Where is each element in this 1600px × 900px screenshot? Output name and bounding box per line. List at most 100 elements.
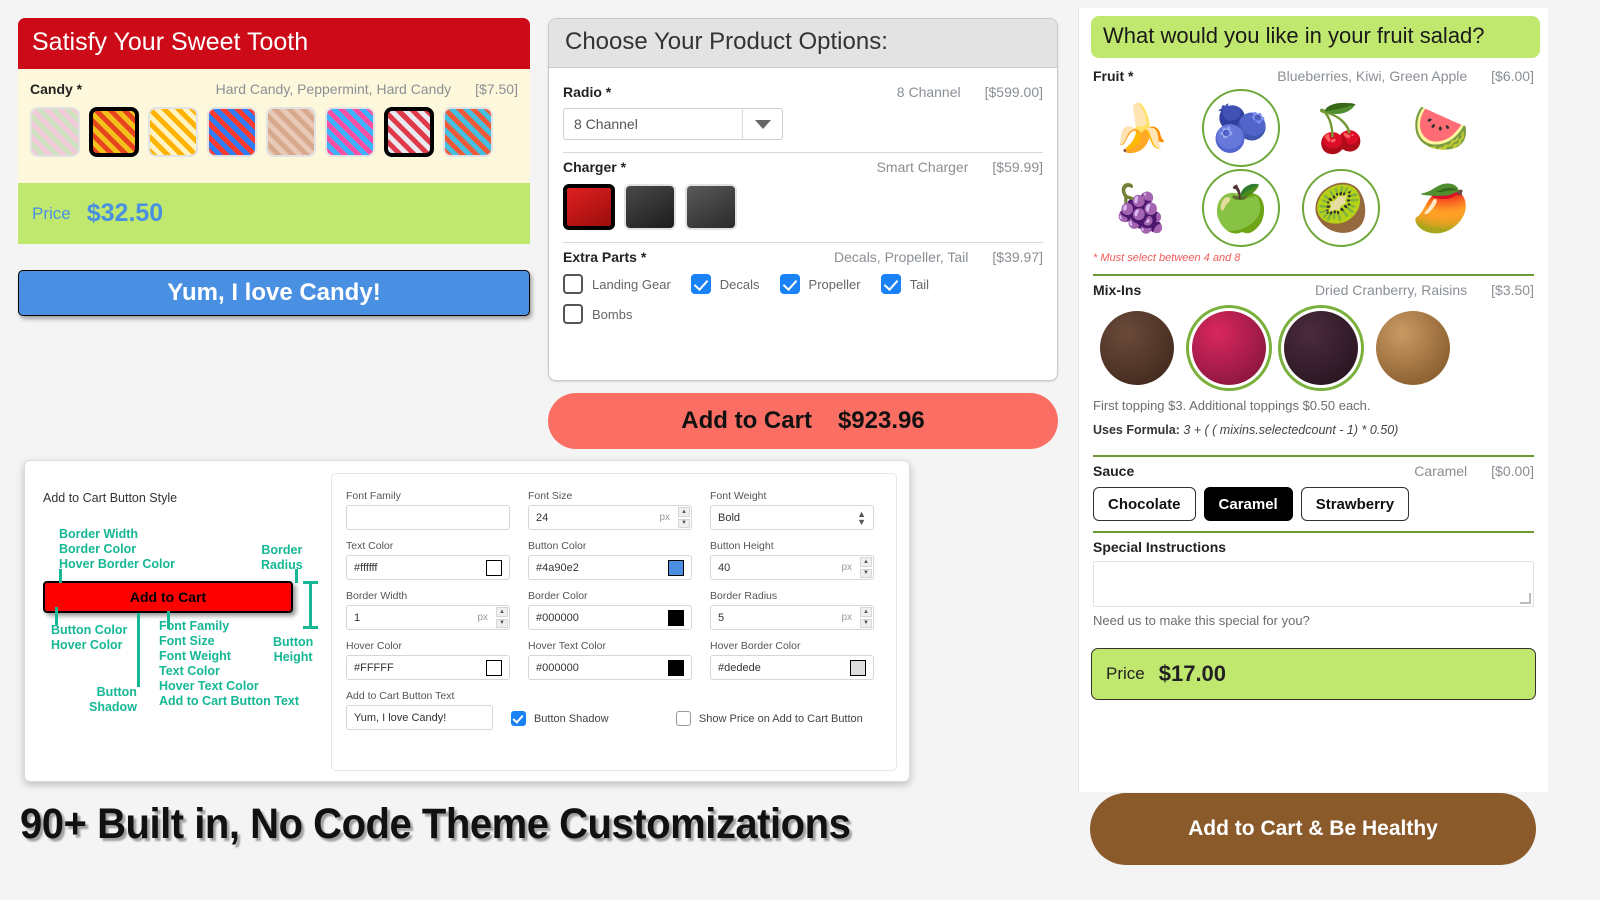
fruit-choice-green-grapes[interactable]: 🍇 — [1093, 168, 1189, 248]
checkbox-box[interactable] — [563, 304, 583, 324]
candy-add-to-cart-button[interactable]: Yum, I love Candy! — [18, 270, 530, 316]
stepper-down-icon[interactable]: ▼ — [678, 518, 690, 528]
checkbox-show-price[interactable]: Show Price on Add to Cart Button — [675, 690, 882, 730]
input-hover-border-color[interactable]: #dedede — [710, 655, 874, 680]
fruit-selected-text: Blueberries, Kiwi, Green Apple — [1277, 68, 1468, 84]
mixin-choice-chocolate-chips[interactable] — [1093, 304, 1181, 392]
radio-channel-select[interactable]: 8 Channel — [563, 108, 783, 140]
stepper-border-radius[interactable]: ▲ ▼ — [859, 605, 874, 630]
sauce-button-strawberry[interactable]: Strawberry — [1300, 487, 1410, 521]
checkbox-button-shadow[interactable]: Button Shadow — [510, 690, 658, 730]
product-add-to-cart-button[interactable]: Add to Cart $923.96 — [548, 393, 1058, 449]
field-label: Add to Cart Button Text — [346, 690, 455, 702]
candy-swatch-gummy-mix[interactable] — [266, 107, 316, 157]
checkbox-line: Bombs — [563, 304, 1043, 324]
input-value: #FFFFF — [354, 661, 394, 674]
checkbox-tail[interactable]: Tail — [880, 274, 929, 294]
input-font-weight[interactable]: Bold ▲ ▼ — [710, 505, 874, 530]
fruit-card-body: Fruit * Blueberries, Kiwi, Green Apple [… — [1079, 58, 1548, 638]
fruit-add-to-cart-button[interactable]: Add to Cart & Be Healthy — [1090, 793, 1536, 865]
product-options-body: Radio * 8 Channel [$599.00] 8 Channel Charge… — [549, 68, 1057, 346]
input-add-to-cart-button-text[interactable]: Yum, I love Candy! — [346, 705, 493, 730]
candy-swatch-assorted-hard-candy[interactable] — [89, 107, 139, 157]
field-control: #4a90e2 — [528, 555, 692, 580]
sauce-button-chocolate[interactable]: Chocolate — [1093, 487, 1196, 521]
stepper-down-icon[interactable]: ▼ — [860, 568, 872, 578]
fruit-choice-mango[interactable]: 🥭 — [1393, 168, 1489, 248]
checkbox-propeller[interactable]: Propeller — [779, 274, 861, 294]
stepper-up-icon[interactable]: ▲ — [678, 507, 690, 517]
field-control: 1 px ▲ ▼ — [346, 605, 510, 630]
stepper-button-height[interactable]: ▲ ▼ — [859, 555, 874, 580]
fruit-choice-banana[interactable]: 🍌 — [1093, 88, 1189, 168]
input-value: #4a90e2 — [536, 561, 579, 574]
charger-swatch-compact-charger-grey[interactable] — [685, 184, 737, 230]
input-border-width[interactable]: 1 px — [346, 605, 496, 630]
color-swatch-text-color[interactable] — [486, 559, 502, 576]
color-swatch-hover-color[interactable] — [486, 659, 502, 676]
input-border-color[interactable]: #000000 — [528, 605, 692, 630]
checkbox-landing-gear[interactable]: Landing Gear — [563, 274, 671, 294]
input-button-height[interactable]: 40 px — [710, 555, 860, 580]
mixin-choice-dried-cranberry[interactable] — [1185, 304, 1273, 392]
checkbox-box[interactable] — [880, 274, 901, 294]
green-grapes-icon: 🍇 — [1112, 182, 1170, 234]
candy-swatch-peppermint-candy-canes[interactable] — [384, 107, 434, 157]
product-option-label: Extra Parts * — [563, 249, 647, 265]
input-text-color[interactable]: #ffffff — [346, 555, 510, 580]
checkbox-box[interactable] — [690, 274, 711, 294]
input-value: #000000 — [536, 611, 579, 624]
input-hover-text-color[interactable]: #000000 — [528, 655, 692, 680]
candy-swatch-candy-corn[interactable] — [148, 107, 198, 157]
mixin-choice-raisins[interactable] — [1277, 304, 1365, 392]
input-border-radius[interactable]: 5 px — [710, 605, 860, 630]
checkbox-box[interactable] — [675, 711, 691, 726]
product-section-extraparts: Extra Parts * Decals, Propeller, Tail [$39… — [563, 243, 1043, 346]
annotation-bottom-left: Button Color Hover Color — [51, 623, 128, 652]
stepper-up-icon[interactable]: ▲ — [860, 607, 872, 617]
charger-swatch-smart-charger-red[interactable] — [563, 184, 615, 230]
unit-label: px — [659, 512, 670, 523]
color-swatch-button-color[interactable] — [668, 559, 684, 576]
charger-swatch-balance-charger-black[interactable] — [624, 184, 676, 230]
fruit-choice-kiwi[interactable]: 🥝 — [1293, 168, 1389, 248]
chevron-down-icon[interactable] — [742, 109, 782, 139]
fruit-choice-cherries[interactable]: 🍒 — [1293, 88, 1389, 168]
fruit-choice-green-apple[interactable]: 🍏 — [1193, 168, 1289, 248]
stepper-font-size[interactable]: ▲ ▼ — [677, 505, 692, 530]
checkbox-bombs[interactable]: Bombs — [563, 304, 632, 324]
select-arrows-icon[interactable]: ▲ ▼ — [857, 509, 866, 526]
stepper-down-icon[interactable]: ▼ — [496, 618, 508, 628]
field-hover-text-color: Hover Text Color #000000 — [528, 640, 692, 680]
input-font-family[interactable] — [346, 505, 510, 530]
checkbox-decals[interactable]: Decals — [690, 274, 760, 294]
product-cta-label: Add to Cart — [681, 407, 812, 434]
checkbox-box[interactable] — [510, 711, 526, 726]
special-instructions-textarea[interactable] — [1093, 561, 1534, 607]
color-swatch-hover-border-color[interactable] — [850, 659, 866, 676]
stepper-up-icon[interactable]: ▲ — [496, 607, 508, 617]
candy-selected-text: Hard Candy, Peppermint, Hard Candy — [215, 81, 452, 97]
sauce-button-caramel[interactable]: Caramel — [1203, 487, 1293, 521]
stepper-up-icon[interactable]: ▲ — [860, 557, 872, 567]
checkbox-box[interactable] — [779, 274, 800, 294]
input-font-size[interactable]: 24 px — [528, 505, 678, 530]
checkbox-box[interactable] — [563, 274, 583, 294]
color-swatch-border-color[interactable] — [668, 609, 684, 626]
candy-swatch-rainbow-sprinkles[interactable] — [325, 107, 375, 157]
candy-swatch-list — [30, 107, 518, 157]
color-swatch-hover-text-color[interactable] — [668, 659, 684, 676]
candy-swatch-sprinkles-mix[interactable] — [207, 107, 257, 157]
fruit-choice-watermelon[interactable]: 🍉 — [1393, 88, 1489, 168]
input-hover-color[interactable]: #FFFFF — [346, 655, 510, 680]
banana-icon: 🍌 — [1112, 102, 1170, 154]
mixin-choice-almonds[interactable] — [1369, 304, 1457, 392]
fruit-choice-blueberries[interactable]: 🫐 — [1193, 88, 1289, 168]
stepper-down-icon[interactable]: ▼ — [860, 618, 872, 628]
candy-swatch-sour-worms[interactable] — [443, 107, 493, 157]
field-control: #FFFFF — [346, 655, 510, 680]
special-instructions-section: Special Instructions Need us to make thi… — [1093, 539, 1534, 638]
candy-swatch-pastel-mix-candy[interactable] — [30, 107, 80, 157]
input-button-color[interactable]: #4a90e2 — [528, 555, 692, 580]
stepper-border-width[interactable]: ▲ ▼ — [495, 605, 510, 630]
